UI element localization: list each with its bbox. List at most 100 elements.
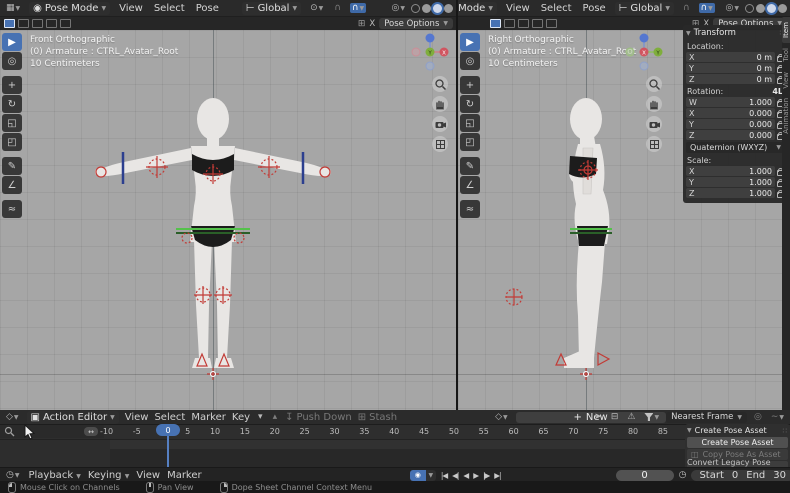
horizontal-scroll-handle[interactable]: ↔: [84, 427, 98, 436]
create-pose-asset-button[interactable]: Create Pose Asset: [687, 437, 788, 448]
location-input[interactable]: Y0 m: [686, 63, 775, 73]
channel-list[interactable]: [0, 440, 110, 468]
pose-options-dropdown[interactable]: Pose Options ▼: [379, 18, 453, 29]
x-mirror-toggle[interactable]: X: [369, 19, 375, 29]
perspective-toggle-icon[interactable]: [432, 136, 448, 152]
proportional-editing-icon[interactable]: ◎: [752, 412, 764, 422]
select-mode-intersect-icon[interactable]: [546, 19, 557, 28]
snap-magnet-icon[interactable]: ∩: [681, 3, 692, 13]
select-box-tool-button[interactable]: ▶: [2, 33, 22, 51]
collapse-arrow-icon[interactable]: ▼: [686, 30, 691, 37]
play-reverse-button[interactable]: ◀: [463, 471, 468, 480]
scale-input[interactable]: X1.000: [686, 166, 775, 176]
auto-keyframe-toggle[interactable]: ◉: [410, 470, 426, 481]
annotate-tool-button[interactable]: ✎: [460, 157, 480, 175]
jump-to-start-button[interactable]: |◀: [441, 471, 447, 480]
menu-view[interactable]: View: [125, 412, 149, 423]
rotation-input[interactable]: W1.000: [686, 97, 775, 107]
perspective-toggle-icon[interactable]: [646, 136, 662, 152]
camera-view-icon[interactable]: [646, 116, 662, 132]
current-frame-indicator[interactable]: 0: [156, 424, 180, 436]
mode-dropdown[interactable]: ◉ Pose Mode ▼: [458, 2, 497, 15]
camera-view-icon[interactable]: [432, 116, 448, 132]
orientation-dropdown[interactable]: ⊢ Global ▼: [242, 2, 301, 15]
navigation-gizmo[interactable]: Y X: [624, 32, 664, 72]
push-down-button[interactable]: ↧ Push Down: [285, 412, 352, 423]
select-mode-new-icon[interactable]: [490, 19, 501, 28]
scale-tool-button[interactable]: ◱: [460, 114, 480, 132]
character-front-view[interactable]: [90, 90, 340, 382]
rotate-tool-button[interactable]: ↻: [2, 95, 22, 113]
pan-hand-icon[interactable]: [646, 96, 662, 112]
menu-pose[interactable]: Pose: [194, 3, 221, 14]
location-input[interactable]: Z0 m: [686, 74, 775, 84]
tab-animation[interactable]: Animation: [782, 93, 790, 139]
select-box-tool-button[interactable]: ▶: [460, 33, 480, 51]
rotate-tool-button[interactable]: ↻: [460, 95, 480, 113]
shading-material-icon[interactable]: [433, 4, 442, 13]
menu-view[interactable]: View: [136, 470, 160, 481]
collapse-arrow-icon[interactable]: ▼: [687, 427, 692, 434]
menu-select[interactable]: Select: [152, 3, 187, 14]
select-mode-invert-icon[interactable]: [46, 19, 57, 28]
tab-tool[interactable]: Tool: [782, 43, 790, 67]
editor-mode-dropdown[interactable]: ▣ Action Editor ▼: [27, 411, 119, 424]
scale-tool-button[interactable]: ◱: [2, 114, 22, 132]
editor-type-icon[interactable]: ◇▼: [4, 412, 21, 422]
browse-action-dropdown-icon[interactable]: ◇▼: [493, 412, 510, 422]
select-mode-new-icon[interactable]: [4, 19, 15, 28]
pan-hand-icon[interactable]: [432, 96, 448, 112]
pivot-point-icon[interactable]: ⊙▼: [308, 3, 325, 13]
stash-button[interactable]: ⊞ Stash: [358, 412, 397, 423]
tab-view[interactable]: View: [782, 67, 790, 94]
shading-solid-icon[interactable]: [756, 4, 765, 13]
transform-tool-button[interactable]: ◰: [2, 133, 22, 151]
jump-to-end-button[interactable]: ▶|: [494, 471, 500, 480]
shading-rendered-icon[interactable]: [778, 4, 787, 13]
shading-wireframe-icon[interactable]: [411, 4, 420, 13]
cursor-tool-button[interactable]: ◎: [2, 52, 22, 70]
character-side-view[interactable]: [498, 90, 668, 382]
menu-playback[interactable]: Playback ▼: [28, 470, 80, 481]
snapping-dropdown-icon[interactable]: ∩▼: [699, 3, 715, 13]
menu-select[interactable]: Select: [539, 3, 574, 14]
menu-keying[interactable]: Keying ▼: [88, 470, 129, 481]
menu-view[interactable]: View: [504, 3, 532, 14]
grid-icon[interactable]: ⊞: [358, 19, 366, 29]
move-tool-button[interactable]: +: [460, 76, 480, 94]
rotation-mode-dropdown[interactable]: Quaternion (WXYZ) ▼: [686, 142, 785, 153]
next-keyframe-button[interactable]: |▶: [483, 471, 489, 480]
only-selected-icon[interactable]: ➤: [592, 412, 604, 422]
measure-tool-button[interactable]: ∠: [460, 176, 480, 194]
pose-breakdowner-tool-button[interactable]: ≈: [2, 200, 22, 218]
mode-dropdown[interactable]: ◉ Pose Mode ▼: [29, 2, 110, 15]
previous-keyframe-button[interactable]: ◀|: [452, 471, 458, 480]
browse-action-icon[interactable]: ▾: [256, 412, 265, 422]
current-frame-field[interactable]: 0: [616, 470, 674, 481]
unlink-action-icon[interactable]: ▴: [271, 412, 280, 422]
zoom-icon[interactable]: [646, 76, 662, 92]
show-hidden-icon[interactable]: ⊟: [609, 412, 621, 422]
proportional-editing-icon[interactable]: ◎▼: [390, 3, 407, 13]
zoom-icon[interactable]: [432, 76, 448, 92]
proportional-editing-icon[interactable]: ◎▼: [724, 3, 741, 13]
show-errors-icon[interactable]: ⚠: [625, 412, 637, 422]
viewport-front-canvas[interactable]: ▶ ◎ + ↻ ◱ ◰ ✎ ∠ ≈ Front Orthographic (0)…: [0, 30, 456, 410]
timeline-editor-icon[interactable]: ◷▼: [4, 470, 21, 480]
snapping-dropdown-icon[interactable]: ∩▼: [350, 3, 366, 13]
auto-keyframe-dropdown[interactable]: ▼: [426, 470, 436, 481]
pose-breakdowner-tool-button[interactable]: ≈: [460, 200, 480, 218]
scale-input[interactable]: Y1.000: [686, 177, 775, 187]
select-mode-intersect-icon[interactable]: [60, 19, 71, 28]
start-frame-field[interactable]: 0: [732, 470, 738, 481]
select-mode-invert-icon[interactable]: [532, 19, 543, 28]
select-mode-extend-icon[interactable]: [504, 19, 515, 28]
use-preview-range-icon[interactable]: ◷: [679, 470, 687, 480]
transform-tool-button[interactable]: ◰: [460, 133, 480, 151]
play-button[interactable]: ▶: [473, 471, 478, 480]
shading-solid-icon[interactable]: [422, 4, 431, 13]
search-icon[interactable]: [4, 426, 15, 437]
frame-ruler[interactable]: ↔ -10-5051015202530354045505560657075808…: [0, 425, 790, 440]
editor-type-icon[interactable]: ▦▼: [4, 3, 22, 13]
shading-wireframe-icon[interactable]: [745, 4, 754, 13]
